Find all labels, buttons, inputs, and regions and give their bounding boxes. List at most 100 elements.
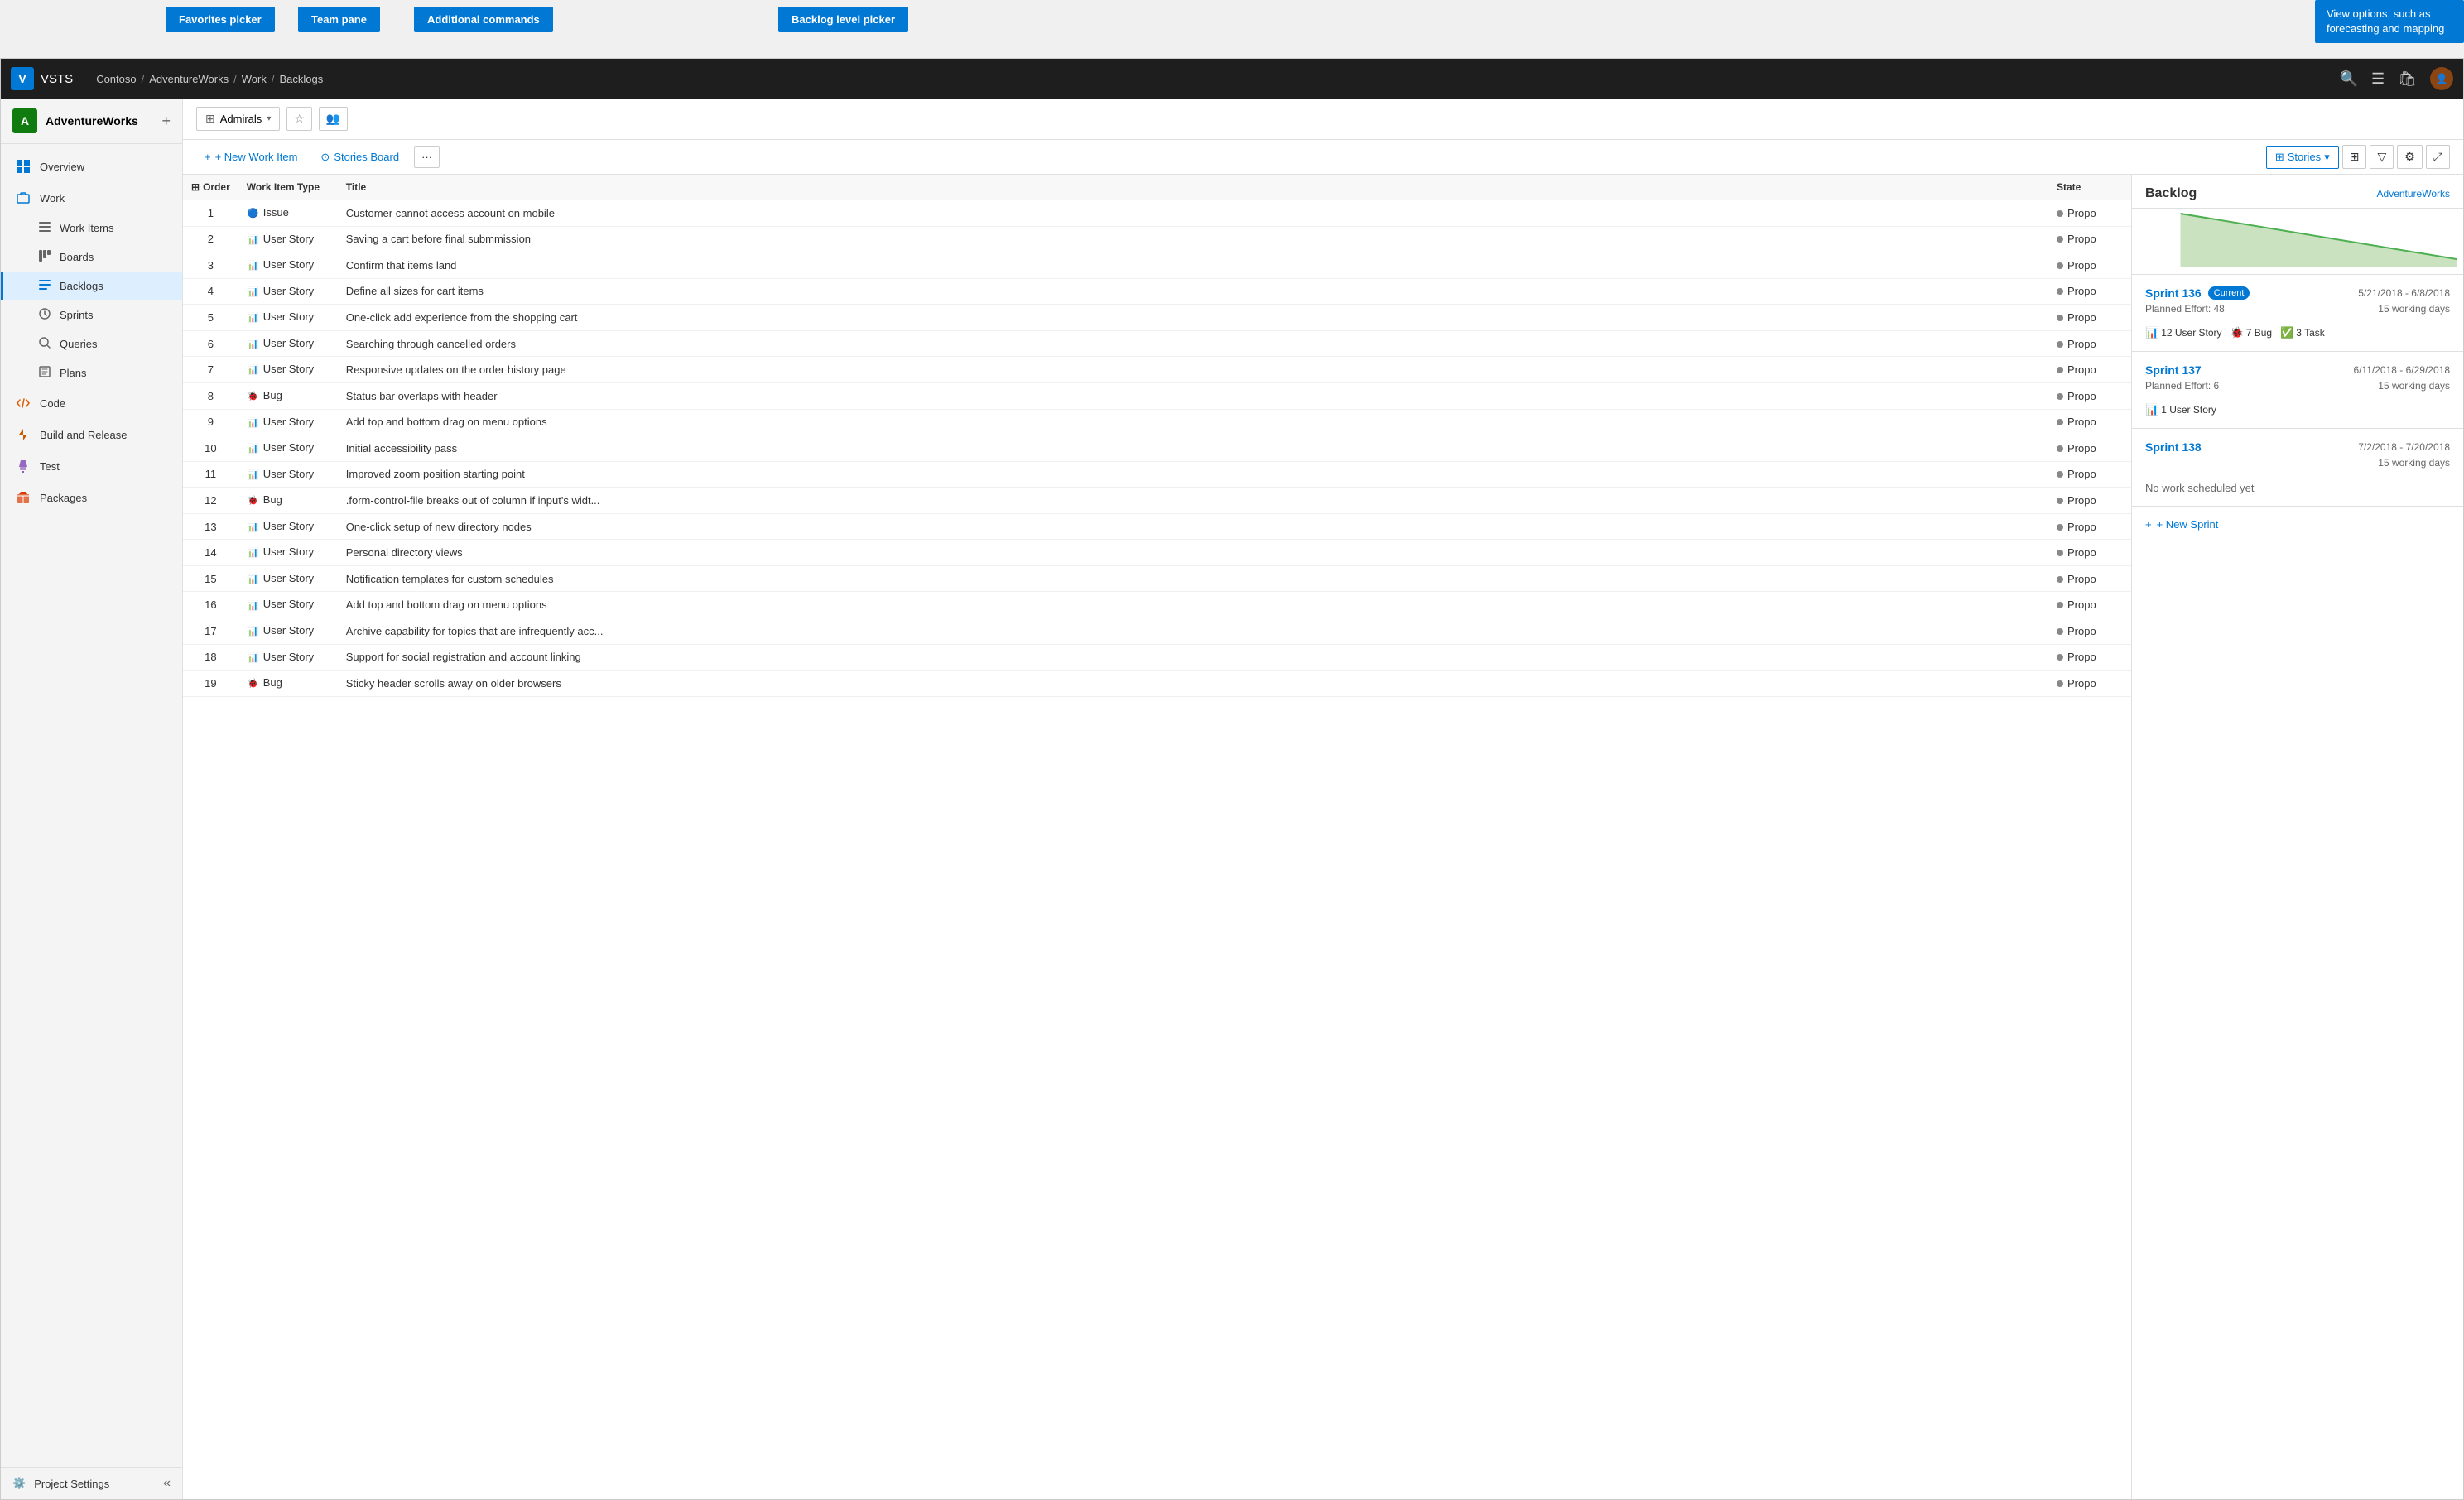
table-row[interactable]: 13📊User StoryOne-click setup of new dire… [183,513,2131,540]
table-row[interactable]: 9📊User StoryAdd top and bottom drag on m… [183,409,2131,435]
sidebar-item-work[interactable]: Work [1,182,182,214]
additional-commands-annotation[interactable]: Additional commands [414,7,553,32]
table-row[interactable]: 4📊User StoryDefine all sizes for cart it… [183,278,2131,305]
avatar[interactable]: 👤 [2430,67,2453,90]
table-row[interactable]: 7📊User StoryResponsive updates on the or… [183,357,2131,383]
table-row[interactable]: 17📊User StoryArchive capability for topi… [183,618,2131,645]
sprint-tag: 📊 12 User Story [2145,326,2222,339]
cell-title[interactable]: One-click add experience from the shoppi… [338,305,2048,331]
cell-title[interactable]: Responsive updates on the order history … [338,357,2048,383]
cell-title[interactable]: Confirm that items land [338,252,2048,279]
breadcrumb-backlogs[interactable]: Backlogs [279,73,323,85]
cell-type: 📊User Story [238,305,338,331]
favorite-star-button[interactable]: ☆ [286,107,312,131]
sidebar-item-build-release[interactable]: Build and Release [1,419,182,450]
project-settings-label: Project Settings [34,1478,155,1490]
sidebar-item-queries[interactable]: Queries [1,329,182,358]
sidebar-item-boards[interactable]: Boards [1,243,182,272]
table-row[interactable]: 2📊User StorySaving a cart before final s… [183,226,2131,252]
table-row[interactable]: 3📊User StoryConfirm that items landPropo [183,252,2131,279]
backlog-panel-header: Backlog AdventureWorks [2132,175,2463,209]
team-picker[interactable]: ⊞ Admirals ▾ [196,107,280,131]
sidebar-item-work-items[interactable]: Work Items [1,214,182,243]
cell-title[interactable]: .form-control-file breaks out of column … [338,488,2048,514]
stories-board-icon: ⊙ [320,151,330,164]
app-logo[interactable]: V [11,67,34,90]
cell-title[interactable]: Improved zoom position starting point [338,461,2048,488]
cell-title[interactable]: One-click setup of new directory nodes [338,513,2048,540]
collapse-icon[interactable]: « [163,1476,171,1491]
cell-order: 7 [183,357,238,383]
breadcrumb-adventureworks[interactable]: AdventureWorks [149,73,229,85]
bag-icon[interactable]: 🛍 [2398,70,2417,88]
cell-state: Propo [2048,330,2131,357]
backlog-level-picker-annotation[interactable]: Backlog level picker [778,7,908,32]
sidebar-item-packages[interactable]: Packages [1,482,182,513]
sidebar-item-code[interactable]: Code [1,387,182,419]
project-avatar: A [12,108,37,133]
app-container: V VSTS Contoso / AdventureWorks / Work /… [0,58,2464,1500]
new-work-item-button[interactable]: + + New Work Item [196,147,306,167]
sidebar-nav: Overview Work Work Items [1,144,182,1467]
sprint-name[interactable]: Sprint 138 [2145,440,2202,454]
team-pane-annotation[interactable]: Team pane [298,7,380,32]
breadcrumb-sep-1: / [142,73,145,85]
table-row[interactable]: 1🔵IssueCustomer cannot access account on… [183,200,2131,227]
sidebar-project[interactable]: A AdventureWorks + [1,99,182,144]
table-row[interactable]: 8🐞BugStatus bar overlaps with headerProp… [183,382,2131,409]
sidebar-item-overview[interactable]: Overview [1,151,182,182]
cell-title[interactable]: Define all sizes for cart items [338,278,2048,305]
team-members-button[interactable]: 👥 [319,107,348,131]
sprint-name[interactable]: Sprint 137 [2145,363,2202,377]
cell-state: Propo [2048,565,2131,592]
cell-title[interactable]: Sticky header scrolls away on older brow… [338,671,2048,697]
sidebar-item-plans[interactable]: Plans [1,358,182,387]
cell-title[interactable]: Archive capability for topics that are i… [338,618,2048,645]
add-project-icon[interactable]: + [161,113,171,130]
work-items-icon [38,220,51,236]
table-row[interactable]: 12🐞Bug.form-control-file breaks out of c… [183,488,2131,514]
cell-title[interactable]: Support for social registration and acco… [338,644,2048,671]
table-row[interactable]: 16📊User StoryAdd top and bottom drag on … [183,592,2131,618]
view-settings-button[interactable]: ⊞ [2342,145,2367,169]
cell-title[interactable]: Initial accessibility pass [338,435,2048,462]
table-row[interactable]: 11📊User StoryImproved zoom position star… [183,461,2131,488]
cell-title[interactable]: Add top and bottom drag on menu options [338,409,2048,435]
sidebar-item-label-backlogs: Backlogs [60,280,103,292]
cell-title[interactable]: Personal directory views [338,540,2048,566]
expand-button[interactable]: ⤢ [2426,145,2450,169]
build-release-icon [15,426,31,443]
sprint-name[interactable]: Sprint 136 [2145,286,2202,300]
sidebar-item-sprints[interactable]: Sprints [1,300,182,329]
table-row[interactable]: 18📊User StorySupport for social registra… [183,644,2131,671]
cell-order: 4 [183,278,238,305]
table-row[interactable]: 10📊User StoryInitial accessibility passP… [183,435,2131,462]
sidebar-footer[interactable]: ⚙️ Project Settings « [1,1467,182,1499]
list-icon[interactable]: ☰ [2371,70,2385,88]
cell-title[interactable]: Customer cannot access account on mobile [338,200,2048,227]
cell-title[interactable]: Searching through cancelled orders [338,330,2048,357]
table-row[interactable]: 19🐞BugSticky header scrolls away on olde… [183,671,2131,697]
sidebar-item-test[interactable]: Test [1,450,182,482]
table-row[interactable]: 14📊User StoryPersonal directory viewsPro… [183,540,2131,566]
breadcrumb-contoso[interactable]: Contoso [96,73,136,85]
more-actions-button[interactable]: ··· [414,146,440,168]
stories-board-button[interactable]: ⊙ Stories Board [312,147,407,168]
gear-button[interactable]: ⚙ [2397,145,2423,169]
sidebar-item-backlogs[interactable]: Backlogs [1,272,182,300]
sidebar-item-label-work: Work [40,192,65,204]
breadcrumb-work[interactable]: Work [242,73,267,85]
sprint-dates: 7/2/2018 - 7/20/2018 [2358,441,2450,453]
cell-title[interactable]: Saving a cart before final submmission [338,226,2048,252]
table-row[interactable]: 15📊User StoryNotification templates for … [183,565,2131,592]
filter-button[interactable]: ▽ [2370,145,2394,169]
cell-title[interactable]: Add top and bottom drag on menu options [338,592,2048,618]
cell-title[interactable]: Status bar overlaps with header [338,382,2048,409]
cell-title[interactable]: Notification templates for custom schedu… [338,565,2048,592]
table-row[interactable]: 5📊User StoryOne-click add experience fro… [183,305,2131,331]
stories-dropdown[interactable]: ⊞ Stories ▾ [2266,146,2339,169]
table-row[interactable]: 6📊User StorySearching through cancelled … [183,330,2131,357]
favorites-picker-annotation[interactable]: Favorites picker [166,7,275,32]
new-sprint-button[interactable]: + + New Sprint [2132,507,2463,542]
search-icon[interactable]: 🔍 [2340,70,2358,88]
